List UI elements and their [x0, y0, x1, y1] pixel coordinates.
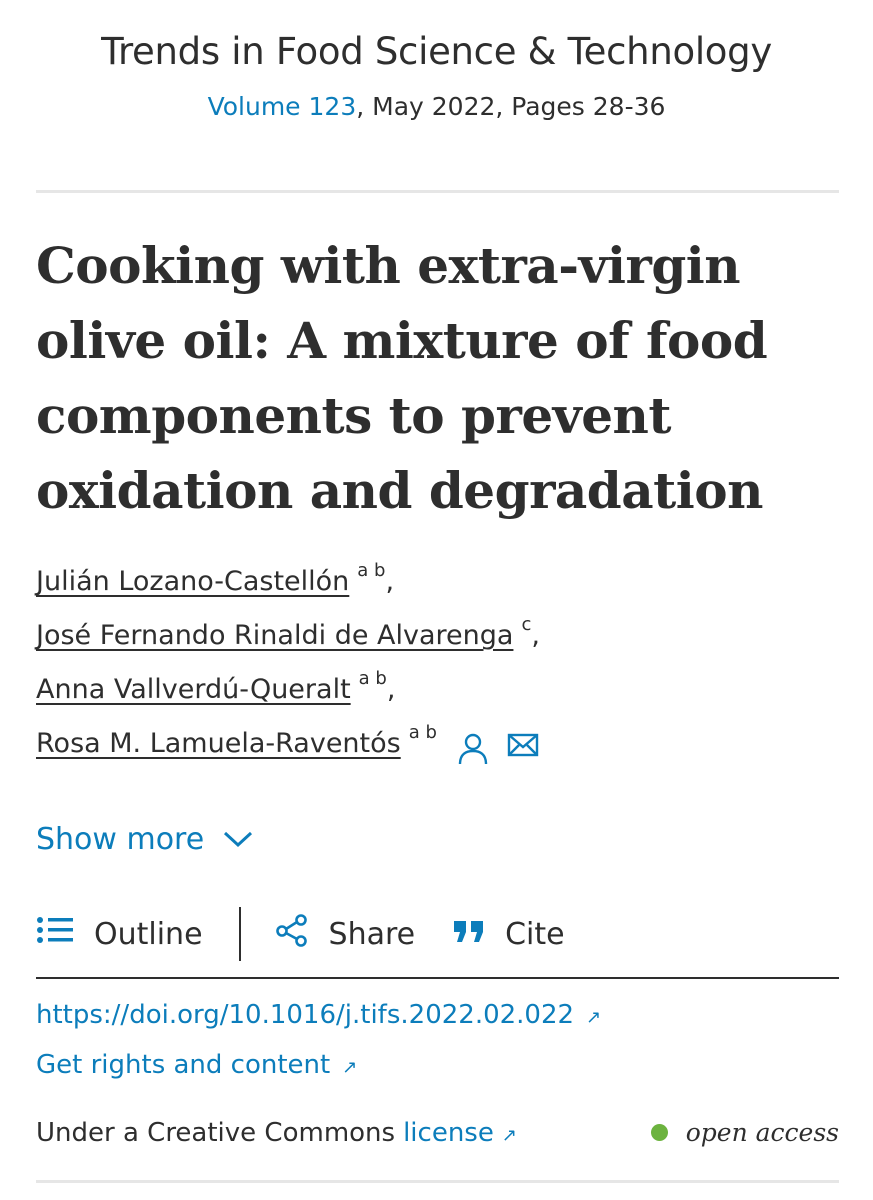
author-name[interactable]: Rosa M. Lamuela-Raventós	[36, 728, 401, 759]
author-contact-icons	[457, 732, 539, 766]
author-affiliations[interactable]: a b	[357, 560, 385, 581]
license-link[interactable]: license	[403, 1118, 494, 1148]
toolbar-divider	[238, 907, 241, 961]
volume-link[interactable]: Volume 123	[208, 92, 357, 121]
chevron-down-icon	[222, 822, 254, 857]
external-link-icon: ↗	[342, 1056, 358, 1078]
cite-button[interactable]: Cite	[453, 917, 565, 952]
author-item: Julián Lozano-Castellón a b ,	[36, 560, 836, 620]
divider	[36, 190, 839, 193]
rights-link[interactable]: Get rights and content ↗	[36, 1050, 357, 1080]
author-separator: ,	[531, 620, 540, 651]
author-list: Julián Lozano-Castellón a b , José Ferna…	[36, 560, 836, 782]
doi-link[interactable]: https://doi.org/10.1016/j.tifs.2022.02.0…	[36, 1000, 601, 1030]
quote-icon	[453, 917, 485, 952]
author-item: José Fernando Rinaldi de Alvarenga c ,	[36, 614, 836, 674]
list-icon	[36, 915, 74, 953]
share-label: Share	[328, 916, 416, 952]
author-name[interactable]: José Fernando Rinaldi de Alvarenga	[36, 620, 513, 651]
mail-icon[interactable]	[507, 732, 539, 766]
article-toolbar: Outline Share Cite	[36, 905, 839, 963]
author-name[interactable]: Julián Lozano-Castellón	[36, 566, 349, 597]
person-icon[interactable]	[457, 732, 489, 766]
rights-text: Get rights and content	[36, 1050, 331, 1080]
open-access-badge: open access	[650, 1118, 839, 1147]
article-title: Cooking with extra-virgin olive oil: A m…	[36, 236, 768, 520]
outline-button[interactable]: Outline	[36, 915, 203, 953]
open-access-dot-icon	[650, 1124, 668, 1141]
issue-details: , May 2022, Pages 28-36	[356, 92, 666, 121]
author-affiliations[interactable]: a b	[359, 668, 387, 689]
external-link-icon: ↗	[586, 1006, 602, 1028]
author-separator: ,	[385, 566, 395, 597]
author-separator: ,	[386, 674, 396, 705]
license-prefix: Under a Creative Commons	[36, 1118, 396, 1148]
issue-info: Volume 123, May 2022, Pages 28-36	[0, 92, 873, 121]
license-info: Under a Creative Commons license ↗	[36, 1118, 517, 1148]
divider	[36, 977, 839, 979]
share-icon	[275, 913, 309, 955]
author-item: Rosa M. Lamuela-Raventós a b	[36, 722, 836, 782]
doi-text: https://doi.org/10.1016/j.tifs.2022.02.0…	[36, 1000, 575, 1030]
outline-label: Outline	[94, 916, 203, 952]
journal-title[interactable]: Trends in Food Science & Technology	[0, 30, 873, 73]
show-more-button[interactable]: Show more	[36, 822, 254, 857]
author-name[interactable]: Anna Vallverdú-Queralt	[36, 674, 351, 705]
show-more-label: Show more	[36, 822, 205, 857]
author-affiliations[interactable]: a b	[409, 722, 437, 743]
share-button[interactable]: Share	[275, 913, 416, 955]
author-affiliations[interactable]: c	[521, 614, 531, 635]
open-access-label: open access	[685, 1118, 839, 1147]
divider	[36, 1180, 839, 1183]
external-link-icon: ↗	[501, 1124, 517, 1146]
cite-label: Cite	[505, 916, 565, 952]
author-item: Anna Vallverdú-Queralt a b ,	[36, 668, 836, 728]
